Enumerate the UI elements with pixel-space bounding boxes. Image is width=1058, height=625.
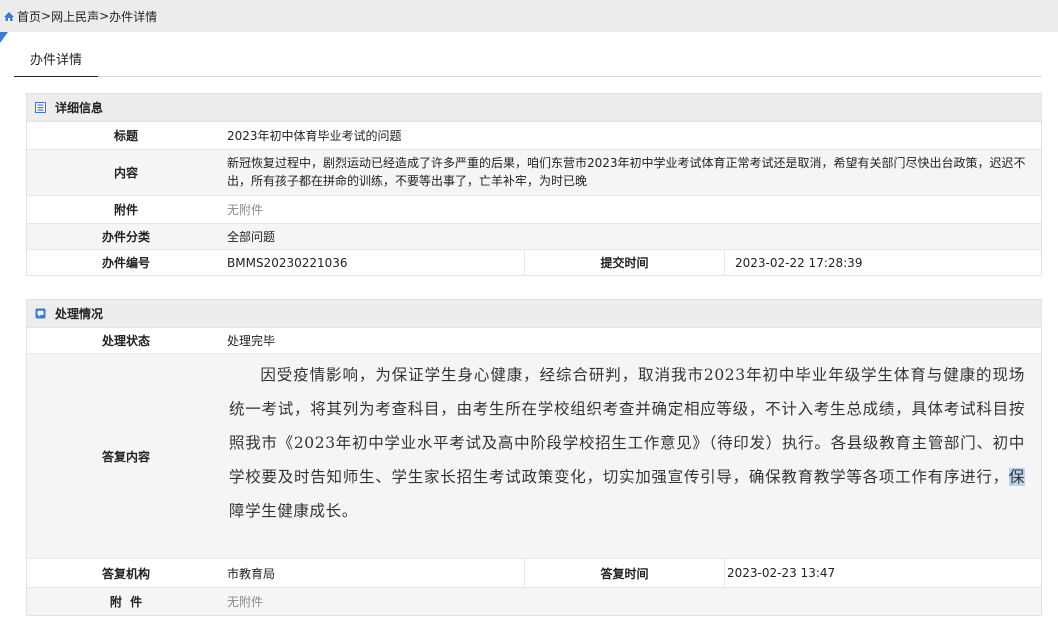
reply-text-part1: 因受疫情影响，为保证学生身心健康，经综合研判，取消我市2023年初中毕业年级学生… (229, 366, 1025, 486)
detail-panel-header: 详细信息 (27, 94, 1041, 122)
breadcrumb: 首页 > 网上民声 > 办件详情 (0, 0, 1058, 32)
reply-attachment-value: 无附件 (227, 595, 264, 609)
attachment-value: 无附件 (227, 203, 264, 217)
status-row: 处理状态 处理完毕 (27, 328, 1041, 354)
detail-panel-title: 详细信息 (55, 101, 104, 115)
reply-label: 答复内容 (101, 449, 150, 464)
reply-text-part2: 障学生健康成长。 (229, 502, 358, 520)
submit-time-label: 提交时间 (525, 250, 725, 275)
reply-text-highlight: 保 (1008, 468, 1025, 486)
tab-detail[interactable]: 办件详情 (14, 47, 98, 77)
number-row: 办件编号 BMMS20230221036 提交时间 2023-02-22 17:… (27, 250, 1041, 275)
org-row: 答复机构 市教育局 答复时间 2023-02-23 13:47 (27, 559, 1041, 588)
status-label: 处理状态 (101, 334, 150, 348)
detail-panel: 详细信息 标题 2023年初中体育毕业考试的问题 内容 新冠恢复过程中，剧烈运动… (26, 93, 1042, 276)
title-row: 标题 2023年初中体育毕业考试的问题 (27, 122, 1041, 150)
tab-bar: 办件详情 (14, 47, 1042, 77)
submit-time-value: 2023-02-22 17:28:39 (735, 255, 863, 270)
content-row: 内容 新冠恢复过程中，剧烈运动已经造成了许多严重的后果，咱们东营市2023年初中… (27, 150, 1041, 196)
content-value: 新冠恢复过程中，剧烈运动已经造成了许多严重的后果，咱们东营市2023年初中学业考… (227, 156, 1026, 188)
corner-marker (0, 32, 8, 43)
reply-content: 因受疫情影响，为保证学生身心健康，经综合研判，取消我市2023年初中毕业年级学生… (225, 354, 1041, 558)
breadcrumb-separator: > (41, 9, 52, 23)
reply-attachment-row: 附 件 无附件 (27, 588, 1041, 615)
handling-panel: 处理情况 处理状态 处理完毕 答复内容 因受疫情影响，为保证学生身心健康，经综合… (26, 299, 1042, 616)
category-value: 全部问题 (227, 230, 276, 244)
category-label: 办件分类 (101, 230, 150, 244)
attachment-label: 附件 (113, 203, 138, 217)
reply-time-label: 答复时间 (525, 559, 725, 587)
reply-attachment-label: 附 件 (109, 595, 143, 609)
breadcrumb-separator: > (99, 9, 110, 23)
content-label: 内容 (113, 166, 138, 180)
number-label: 办件编号 (101, 256, 150, 270)
reply-row: 答复内容 因受疫情影响，为保证学生身心健康，经综合研判，取消我市2023年初中毕… (27, 354, 1041, 559)
home-icon (4, 11, 14, 21)
attachment-row: 附件 无附件 (27, 196, 1041, 224)
reply-text: 因受疫情影响，为保证学生身心健康，经综合研判，取消我市2023年初中毕业年级学生… (225, 358, 1039, 528)
org-label: 答复机构 (101, 566, 150, 581)
number-value: BMMS20230221036 (225, 250, 525, 275)
handling-panel-header: 处理情况 (27, 300, 1041, 328)
title-label: 标题 (113, 129, 138, 143)
breadcrumb-current: 办件详情 (109, 9, 158, 24)
chat-icon (35, 308, 46, 319)
document-icon (35, 102, 46, 113)
org-value: 市教育局 (225, 559, 525, 587)
reply-time-value: 2023-02-23 13:47 (727, 566, 836, 580)
breadcrumb-home[interactable]: 首页 (17, 8, 41, 25)
breadcrumb-section[interactable]: 网上民声 (51, 8, 99, 25)
status-value: 处理完毕 (227, 334, 276, 348)
title-value: 2023年初中体育毕业考试的问题 (227, 129, 402, 143)
handling-panel-title: 处理情况 (55, 307, 104, 321)
category-row: 办件分类 全部问题 (27, 224, 1041, 250)
